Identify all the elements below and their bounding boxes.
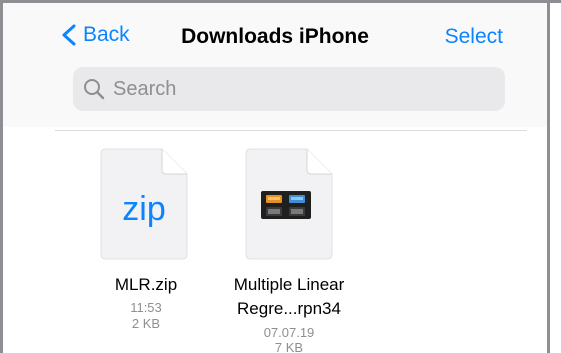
zip-thumbnail-label: zip (122, 190, 165, 228)
back-label: Back (83, 23, 130, 46)
file-name: MLR.zip (114, 275, 178, 294)
search-input[interactable] (113, 77, 493, 101)
search-icon (84, 79, 105, 100)
file-name-line2: Regre...rpn34 (237, 299, 341, 318)
file-item-mlr-zip[interactable]: zip MLR.zip 11:53 2 KB (83, 143, 193, 343)
calculator-document-icon (245, 148, 333, 260)
file-name-line1: Multiple Linear (233, 275, 345, 294)
navigation-bar: Back Downloads iPhone Select (3, 3, 547, 127)
chevron-left-icon (62, 24, 76, 46)
files-screen: Back Downloads iPhone Select zip MLR.zip… (3, 3, 547, 353)
file-date: 07.07.19 (263, 325, 315, 340)
back-button[interactable]: Back (61, 23, 130, 47)
window-frame-right (547, 0, 550, 353)
file-size: 2 KB (131, 316, 161, 331)
zip-document-icon: zip (100, 148, 188, 260)
file-time: 11:53 (130, 300, 162, 315)
select-button[interactable]: Select (445, 25, 503, 49)
search-field[interactable] (73, 67, 505, 111)
divider (55, 130, 527, 131)
file-item-multiple-linear[interactable]: Multiple Linear Regre...rpn34 07.07.19 7… (225, 143, 375, 353)
file-size: 7 KB (274, 340, 304, 353)
